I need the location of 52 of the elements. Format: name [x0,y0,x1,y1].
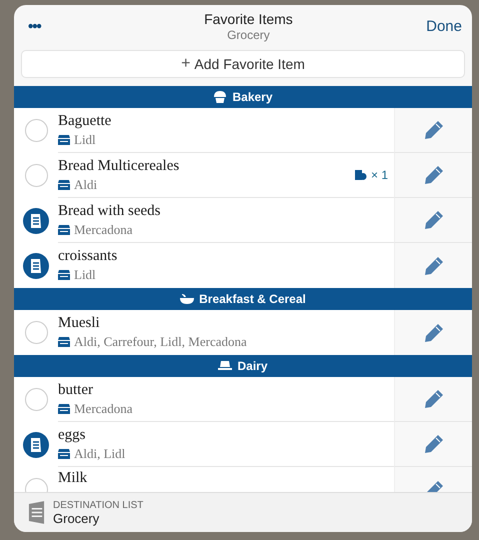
edit-icon[interactable] [424,389,444,409]
more-button[interactable]: ••• [28,18,41,35]
sheet-title: Favorite Items [204,11,293,27]
item-name: Baguette [58,112,112,130]
sheet-subtitle: Grocery [227,28,270,42]
store-icon [58,180,70,190]
destination-label: DESTINATION LIST [53,500,144,510]
add-favorite-button[interactable]: + Add Favorite Item [21,50,465,78]
list-checked-icon[interactable] [23,252,49,278]
item-name: butter [58,382,94,398]
section-title: Dairy [237,359,268,373]
edit-icon[interactable] [424,210,444,230]
edit-icon[interactable] [424,322,444,342]
store-names: Aldi, Carrefour, Lidl, Mercadona [74,334,247,350]
checkbox[interactable] [24,119,48,142]
item-name: Bread with seeds [58,202,162,220]
store-icon [58,404,70,414]
edit-icon[interactable] [424,120,444,140]
item-name: Muesli [58,315,101,332]
store-names: Mercadona [74,222,132,238]
section-title: Bakery [232,90,273,104]
item-name: Bread Multicereales [58,158,180,174]
item-name: Milk [58,470,88,487]
list-checked-icon[interactable] [23,208,49,234]
bowl-icon [180,293,194,305]
store-icon [58,224,70,234]
store-icon [58,270,70,280]
store-icon [58,134,70,144]
cart-count-icon [354,169,367,181]
store-icon [58,337,70,347]
checkbox[interactable] [24,388,48,411]
done-button[interactable]: Done [426,18,462,35]
section-title: Breakfast & Cereal [199,292,306,306]
edit-icon[interactable] [424,434,444,454]
list-icon [28,501,45,524]
store-names: Lidl [74,267,96,283]
checkbox[interactable] [24,321,48,344]
edit-icon[interactable] [424,256,444,276]
item-name: eggs [58,426,86,444]
list-checked-icon[interactable] [23,432,49,458]
store-names: Aldi, Lidl [74,446,126,462]
edit-icon[interactable] [424,165,444,185]
butter-dish-icon [218,360,232,372]
quantity-label: × 1 [370,168,388,182]
item-name: croissants [58,248,118,265]
store-icon [58,448,70,458]
store-names: Aldi [74,176,98,192]
store-names: Lidl [74,132,96,148]
destination-value[interactable]: Grocery [53,510,144,526]
muffin-icon [213,91,228,103]
store-names: Mercadona [74,400,132,416]
checkbox[interactable] [24,164,48,187]
